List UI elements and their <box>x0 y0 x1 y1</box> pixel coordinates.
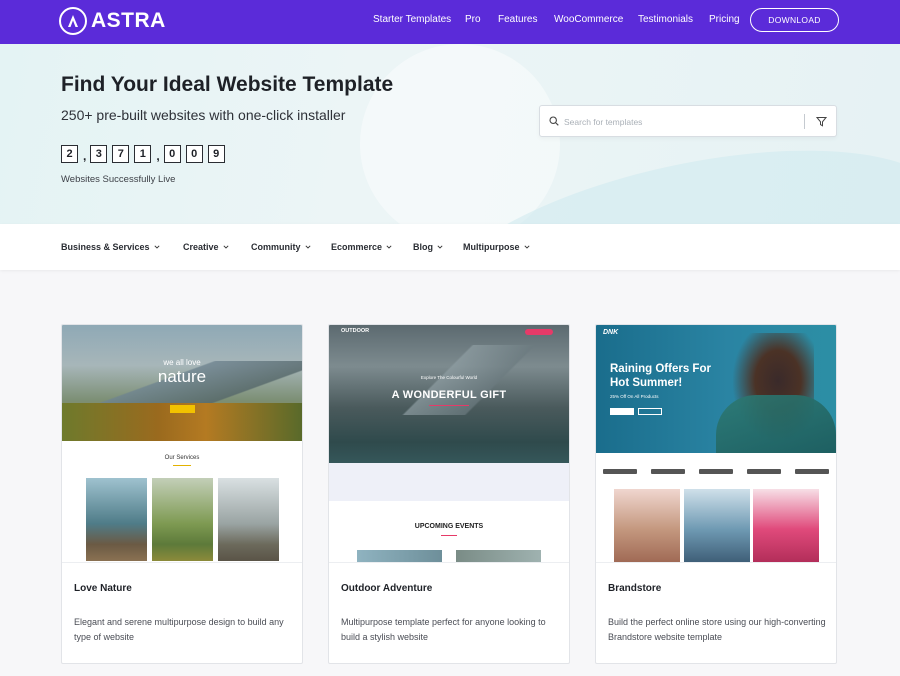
preview-quote-band <box>329 463 569 501</box>
chevron-down-icon <box>437 245 443 249</box>
chevron-down-icon <box>154 245 160 249</box>
category-community[interactable]: Community <box>251 242 311 252</box>
search-icon <box>549 116 559 126</box>
preview-logo <box>747 468 781 474</box>
card-title[interactable]: Brandstore <box>608 583 661 594</box>
preview-logo <box>603 468 637 474</box>
nav-woocommerce[interactable]: WooCommerce <box>554 14 623 25</box>
preview-tagline: we all love <box>163 358 201 367</box>
counter-label: Websites Successfully Live <box>61 174 176 185</box>
search-divider <box>804 114 805 129</box>
preview-offer: 25% Off On All Products <box>610 394 659 399</box>
card-description: Elegant and serene multipurpose design t… <box>74 617 284 642</box>
preview-kicker: Explore The Colourful World <box>420 375 478 380</box>
preview-button <box>610 408 634 415</box>
category-label: Multipurpose <box>463 242 520 252</box>
counter-digit: 9 <box>207 145 225 163</box>
preview-button <box>170 405 195 413</box>
counter-digit: 0 <box>163 145 181 163</box>
nav-testimonials[interactable]: Testimonials <box>638 14 693 25</box>
page-subtitle: 250+ pre-built websites with one-click i… <box>61 107 346 123</box>
card-description: Build the perfect online store using our… <box>608 617 826 642</box>
template-card-love-nature[interactable]: we all love nature Our Services Love Nat… <box>61 324 303 664</box>
nav-starter-templates[interactable]: Starter Templates <box>373 14 451 25</box>
category-label: Community <box>251 242 301 252</box>
top-navigation-bar: ASTRA Starter Templates Pro Features Woo… <box>0 0 900 44</box>
category-label: Ecommerce <box>331 242 383 252</box>
card-divider <box>596 562 836 563</box>
template-preview-image[interactable]: OUTDOOR Explore The Colourful World A WO… <box>329 325 569 562</box>
category-multipurpose[interactable]: Multipurpose <box>463 242 530 252</box>
download-button[interactable]: DOWNLOAD <box>750 8 839 32</box>
category-label: Blog <box>413 242 433 252</box>
template-card-outdoor-adventure[interactable]: OUTDOOR Explore The Colourful World A WO… <box>328 324 570 664</box>
hero-section: Find Your Ideal Website Template 250+ pr… <box>0 44 900 224</box>
counter-separator: , <box>156 149 160 163</box>
category-creative[interactable]: Creative <box>183 242 229 252</box>
preview-service-image <box>218 478 279 561</box>
nav-features[interactable]: Features <box>498 14 537 25</box>
preview-model <box>716 395 836 453</box>
template-preview-image[interactable]: DNK Raining Offers For Hot Summer! 25% O… <box>596 325 836 562</box>
preview-section-title: UPCOMING EVENTS <box>414 523 484 530</box>
chevron-down-icon <box>386 245 392 249</box>
preview-event-image <box>357 550 442 562</box>
preview-service-image <box>152 478 213 561</box>
brand-name: ASTRA <box>91 9 166 32</box>
card-title[interactable]: Outdoor Adventure <box>341 583 432 594</box>
template-search-box <box>539 105 837 137</box>
category-business-services[interactable]: Business & Services <box>61 242 160 252</box>
websites-counter: 2 , 3 7 1 , 0 0 9 <box>61 145 230 163</box>
astra-logo[interactable]: ASTRA <box>59 7 166 35</box>
nav-pricing[interactable]: Pricing <box>709 14 740 25</box>
search-input[interactable] <box>564 113 794 131</box>
preview-service-image <box>86 478 147 561</box>
preview-section-title: Our Services <box>164 455 200 461</box>
preview-logo <box>699 468 733 474</box>
nav-pro[interactable]: Pro <box>465 14 481 25</box>
chevron-down-icon <box>223 245 229 249</box>
preview-underline <box>173 465 191 466</box>
preview-headline: nature <box>157 367 207 386</box>
category-filter-bar: Business & Services Creative Community E… <box>0 224 900 270</box>
preview-headline: Raining Offers For Hot Summer! <box>610 363 711 389</box>
preview-button <box>525 329 553 335</box>
category-blog[interactable]: Blog <box>413 242 443 252</box>
preview-product-image <box>753 489 819 562</box>
chevron-down-icon <box>304 245 311 249</box>
category-label: Business & Services <box>61 242 150 252</box>
counter-digit: 0 <box>185 145 203 163</box>
card-divider <box>62 562 302 563</box>
category-ecommerce[interactable]: Ecommerce <box>331 242 392 252</box>
preview-product-image <box>684 489 750 562</box>
card-title[interactable]: Love Nature <box>74 583 132 594</box>
template-preview-image[interactable]: we all love nature Our Services <box>62 325 302 562</box>
page-title: Find Your Ideal Website Template <box>61 73 394 96</box>
counter-separator: , <box>83 149 87 163</box>
preview-underline <box>429 405 469 406</box>
astra-logo-icon <box>59 7 87 35</box>
counter-digit: 3 <box>90 145 108 163</box>
preview-underline <box>441 535 457 536</box>
preview-button <box>638 408 662 415</box>
preview-brand: OUTDOOR <box>341 328 370 334</box>
preview-brand: DNK <box>603 329 619 336</box>
preview-logo <box>651 468 685 474</box>
template-card-brandstore[interactable]: DNK Raining Offers For Hot Summer! 25% O… <box>595 324 837 664</box>
preview-event-image <box>456 550 541 562</box>
chevron-down-icon <box>523 245 530 249</box>
card-description: Multipurpose template perfect for anyone… <box>341 617 546 642</box>
filter-icon[interactable] <box>816 116 827 127</box>
hero-decoration <box>360 44 560 224</box>
preview-brand-logos <box>596 463 836 479</box>
category-label: Creative <box>183 242 219 252</box>
card-divider <box>329 562 569 563</box>
preview-headline: A WONDERFUL GIFT <box>391 389 507 401</box>
counter-digit: 2 <box>61 145 78 163</box>
preview-product-image <box>614 489 680 562</box>
preview-logo <box>795 468 829 474</box>
counter-digit: 1 <box>134 145 152 163</box>
counter-digit: 7 <box>112 145 130 163</box>
